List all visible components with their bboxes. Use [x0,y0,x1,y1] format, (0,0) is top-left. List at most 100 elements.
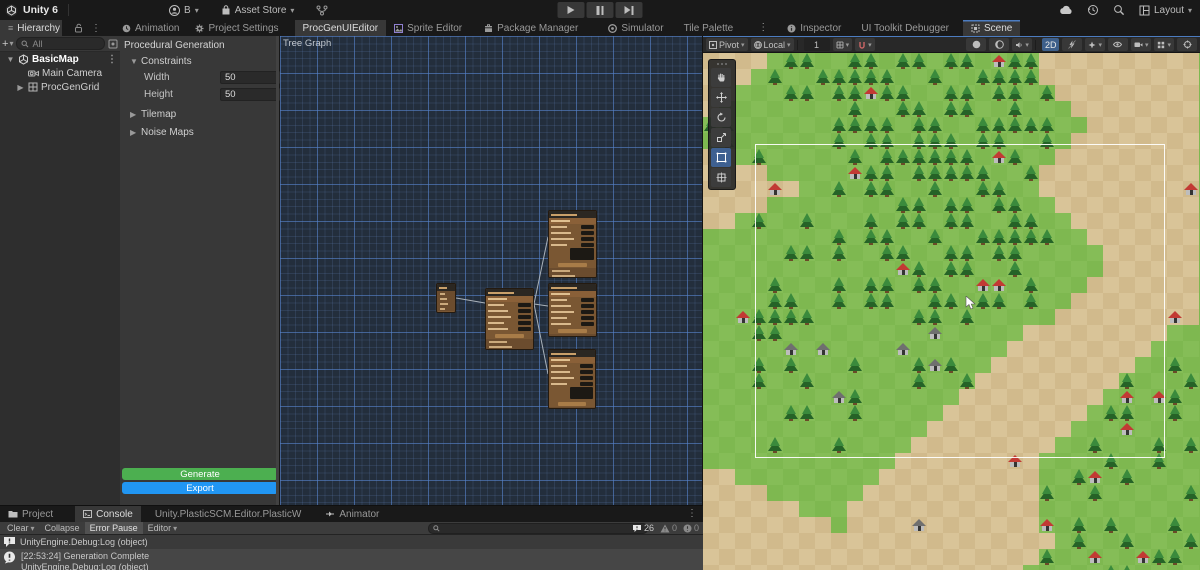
hierarchy-panel: + ▾ All ▼ BasicMap ⋮ Main Camera ▶ ProcG… [0,36,121,505]
error-pause-button[interactable]: Error Pause [84,522,143,534]
console-search-input[interactable] [428,522,648,534]
tab-sprite-editor[interactable]: Sprite Editor [386,20,470,36]
tab-tile-palette[interactable]: Tile Palette [676,20,742,36]
lock-open-icon[interactable] [74,23,83,33]
graph-title: Tree Graph [283,38,332,49]
graph-node[interactable] [485,288,534,350]
graph-node[interactable] [548,349,596,409]
asset-store-menu[interactable]: Asset Store ▾ [221,4,294,16]
error-count-badge[interactable]: 0 [683,523,699,533]
account-icon [169,4,181,16]
scene-asset-icon [18,53,29,65]
noise-maps-foldout[interactable]: ▶ Noise Maps [120,122,279,140]
graph-node[interactable] [548,210,597,278]
brand-label: Unity 6 [23,4,59,16]
asset-store-label: Asset Store [234,4,287,16]
tab-animation[interactable]: Animation [114,20,187,36]
export-button[interactable]: Export [122,482,278,494]
kebab-menu-icon[interactable]: ⋮ [88,23,104,34]
search-icon[interactable] [1113,4,1125,16]
console-message[interactable]: [22:53:24] Generation Complete UnityEngi… [0,549,703,570]
constraints-foldout[interactable]: ▼ Constraints [120,53,279,69]
info-count-badge[interactable]: 26 [632,523,654,533]
transform-tool[interactable] [711,168,731,187]
scene-effects-dropdown[interactable]: ▾ [1085,38,1105,51]
tab-project-settings[interactable]: Project Settings [187,20,286,36]
console-message[interactable]: UnityEngine.Debug:Log (object) [0,535,703,549]
history-icon[interactable] [1087,4,1099,16]
version-control-icon[interactable] [316,5,328,16]
account-menu[interactable]: B ▾ [169,4,199,16]
scene-view[interactable]: Pivot ▾ Local ▾ 1 ▾ ▾ ▾ 2D ▾ ▾ ▾ [703,36,1200,570]
collapse-button[interactable]: Collapse [40,522,85,534]
search-icon [21,40,29,48]
add-object-button[interactable]: + ▾ [2,38,13,50]
grid-snap-value[interactable]: 1 [803,38,830,51]
layout-menu[interactable]: Layout ▾ [1139,5,1192,16]
tab-hierarchy[interactable]: ≡ Hierarchy [0,20,62,36]
camera-settings-dropdown[interactable]: ▾ [1130,38,1152,51]
tilemap-foldout[interactable]: ▶ Tilemap [120,103,279,122]
camera-bounds-rect [755,144,1165,458]
tab-inspector[interactable]: Inspector [779,20,849,36]
editor-dropdown[interactable]: Editor ▾ [143,522,183,534]
view-hand-tool[interactable] [711,68,731,87]
tab-project[interactable]: Project [0,506,61,522]
play-button[interactable] [557,2,585,18]
tab-console[interactable]: Console [75,506,141,522]
lighting-toggle-icon[interactable] [989,38,1010,51]
pause-button[interactable] [586,2,614,18]
graph-node[interactable] [436,283,456,313]
clear-button[interactable]: Clear ▾ [2,522,40,534]
search-icon [433,524,440,532]
hierarchy-search-input[interactable]: All [16,37,105,50]
cloud-icon[interactable] [1059,5,1073,15]
kebab-menu-icon[interactable]: ⋮ [104,54,120,65]
tree-graph-panel[interactable]: Tree Graph [280,36,703,505]
tab-animator[interactable]: Animator [317,506,387,522]
divider [68,4,70,16]
overlay-drag-handle[interactable] [710,61,734,67]
tab-package-manager[interactable]: Package Manager [476,20,586,36]
graph-edges [455,236,549,375]
tab-ui-toolkit-debugger[interactable]: UI Toolkit Debugger [853,20,957,36]
generate-button[interactable]: Generate [122,468,278,480]
tab-simulator[interactable]: Simulator [600,20,671,36]
picking-icon[interactable] [108,39,118,49]
menu-bar: Unity 6 B ▾ Asset Store ▾ Layout ▾ [0,0,1200,21]
pivot-dropdown[interactable]: Pivot ▾ [706,38,748,51]
scale-tool[interactable] [711,128,731,147]
foldout-closed-icon[interactable]: ▶ [16,83,25,92]
foldout-open-icon[interactable]: ▼ [6,55,15,64]
kebab-menu-icon[interactable]: ⋮ [755,20,771,36]
hierarchy-item-procgengrid[interactable]: ▶ ProcGenGrid [0,80,120,94]
grid-snap-dropdown[interactable]: ▾ [832,38,853,51]
gizmo-target-icon[interactable] [1177,38,1197,51]
local-dropdown[interactable]: Local ▾ [750,38,794,51]
scene-icon [971,24,980,33]
magnet-icon [858,41,866,49]
tab-scene[interactable]: Scene [963,20,1021,36]
scrollbar[interactable] [276,36,279,505]
tab-plasticscm[interactable]: Unity.PlasticSCM.Editor.PlasticW [147,506,310,522]
hierarchy-item-main-camera[interactable]: Main Camera [0,66,120,80]
2d-mode-toggle[interactable]: 2D [1041,38,1060,51]
move-tool[interactable] [711,88,731,107]
snap-increment-dropdown[interactable]: ▾ [855,38,875,51]
graph-node[interactable] [548,283,597,337]
tab-procgenuieditor[interactable]: ProcGenUIEditor [294,20,387,36]
warning-count-badge[interactable]: 0 [660,523,677,533]
shading-mode-icon[interactable] [966,38,987,51]
width-input[interactable]: 50 [220,71,282,84]
kebab-menu-icon[interactable]: ⋮ [684,506,700,522]
scene-visibility-eye-icon[interactable] [1107,38,1128,51]
hierarchy-item-basicmap[interactable]: ▼ BasicMap ⋮ [0,52,120,66]
unity-logo: Unity 6 [5,4,58,17]
rotate-tool[interactable] [711,108,731,127]
rect-tool[interactable] [711,148,731,167]
height-input[interactable]: 50 [220,88,282,101]
step-button[interactable] [615,2,643,18]
gizmos-dropdown[interactable]: ▾ [1154,38,1174,51]
effects-lightning-icon[interactable] [1062,38,1083,51]
audio-toggle-dropdown[interactable]: ▾ [1012,38,1032,51]
